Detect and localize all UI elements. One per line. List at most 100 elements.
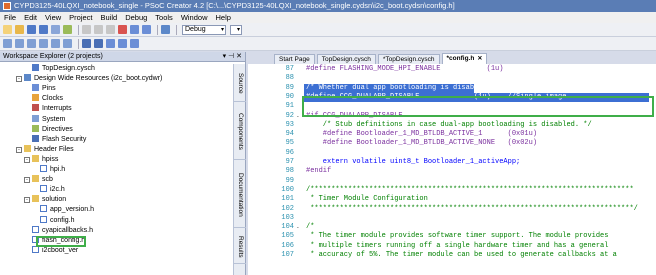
fold-icon[interactable]: - bbox=[296, 223, 302, 232]
tree-item[interactable]: - Header Files bbox=[16, 144, 74, 154]
code-line: 102 ************************************… bbox=[248, 205, 656, 214]
tree-item-label: Flash Security bbox=[42, 135, 87, 143]
line-number: 87 bbox=[285, 65, 294, 73]
menu-debug[interactable]: Debug bbox=[125, 12, 147, 23]
indent-icon[interactable] bbox=[82, 39, 91, 48]
menu-view[interactable]: View bbox=[45, 12, 61, 23]
tab-components[interactable]: Components bbox=[234, 104, 246, 160]
copy-icon[interactable] bbox=[94, 25, 103, 34]
collapse-icon[interactable]: - bbox=[16, 76, 22, 83]
folder-icon bbox=[32, 154, 39, 162]
redo-icon[interactable] bbox=[142, 25, 151, 34]
menu-edit[interactable]: Edit bbox=[24, 12, 37, 23]
tree-item[interactable]: - solution bbox=[24, 195, 66, 204]
tree-item-label: Directives bbox=[42, 125, 73, 133]
collapse-icon[interactable]: - bbox=[16, 146, 22, 153]
tree-item[interactable]: i2cboot_ver bbox=[32, 245, 79, 255]
tree-item[interactable]: Pins bbox=[32, 84, 56, 93]
code-line: 95 #define Bootloader_1_MD_BTLDB_ACTIVE_… bbox=[248, 139, 656, 148]
uncomment-icon[interactable] bbox=[118, 39, 127, 48]
dualapp-define-highlight bbox=[302, 96, 654, 117]
menu-help[interactable]: Help bbox=[216, 12, 231, 23]
tree-item[interactable]: config.h bbox=[40, 215, 75, 225]
tree-item[interactable]: TopDesign.cysch bbox=[32, 64, 95, 73]
menu-tools[interactable]: Tools bbox=[155, 12, 173, 23]
tab-documentation[interactable]: Documentation bbox=[234, 162, 246, 228]
header-file-icon bbox=[32, 225, 39, 233]
build-config-select[interactable]: Debug ▾ bbox=[182, 24, 226, 35]
menu-build[interactable]: Build bbox=[101, 12, 118, 23]
line-number: 97 bbox=[285, 158, 294, 166]
tab-results[interactable]: Results bbox=[234, 230, 246, 264]
line-number: 107 bbox=[281, 251, 294, 259]
tree-item[interactable]: - hpiss bbox=[24, 154, 58, 164]
program-icon[interactable] bbox=[161, 25, 170, 34]
menu-file[interactable]: File bbox=[4, 12, 16, 23]
pins-icon bbox=[32, 84, 39, 92]
open-folder-icon[interactable] bbox=[15, 25, 24, 34]
line-number: 91 bbox=[285, 102, 294, 111]
line-number: 95 bbox=[285, 139, 294, 148]
folder-icon bbox=[32, 175, 39, 183]
print-icon[interactable] bbox=[51, 25, 60, 34]
paste-icon[interactable] bbox=[106, 25, 115, 34]
tree-item[interactable]: - Design Wide Resources (i2c_boot.cydwr) bbox=[16, 74, 162, 83]
line-number: 94 bbox=[285, 130, 294, 139]
tree-item[interactable]: Clocks bbox=[32, 94, 63, 103]
close-icon[interactable]: ✕ bbox=[477, 56, 482, 62]
pin-close-icons[interactable]: ▾ ⊣ ✕ bbox=[223, 52, 242, 62]
code-text: /* bbox=[306, 223, 315, 232]
explorer-side-tabs: Source Components Documentation Results bbox=[233, 64, 246, 275]
tree-item-label: i2cboot_ver bbox=[42, 246, 79, 254]
tab-start-page[interactable]: Start Page bbox=[274, 54, 315, 64]
comment-icon[interactable] bbox=[106, 39, 115, 48]
code-text: #define Bootloader_1_MD_BTLDB_ACTIVE_NON… bbox=[306, 139, 538, 148]
cut-icon[interactable] bbox=[82, 25, 91, 34]
tree-item[interactable]: System bbox=[32, 114, 66, 124]
tree-item[interactable]: Flash Security bbox=[32, 134, 87, 144]
editor-tabs: Start Page TopDesign.cysch *TopDesign.cy… bbox=[248, 52, 656, 64]
undo-icon[interactable] bbox=[130, 25, 139, 34]
bookmark-icon[interactable] bbox=[130, 39, 139, 48]
menu-window[interactable]: Window bbox=[181, 12, 208, 23]
tab-source[interactable]: Source bbox=[234, 66, 246, 102]
save-icon[interactable] bbox=[27, 25, 36, 34]
collapse-icon[interactable]: - bbox=[24, 197, 30, 204]
tree-item-label: System bbox=[42, 115, 66, 123]
save-all-icon[interactable] bbox=[39, 25, 48, 34]
code-line: 89 /* Whether dual app bootloading is dis… bbox=[248, 83, 656, 93]
tree-item[interactable]: i2c.h bbox=[40, 185, 65, 194]
wire-icon[interactable] bbox=[39, 39, 48, 48]
text-icon[interactable] bbox=[51, 39, 60, 48]
tree-item[interactable]: cyapicallbacks.h bbox=[32, 225, 93, 235]
tree-item[interactable]: Interrupts bbox=[32, 104, 72, 113]
secondary-toolbar bbox=[0, 37, 656, 51]
tree-item[interactable]: Directives bbox=[32, 124, 73, 134]
configuration-dropdown[interactable]: ▾ bbox=[230, 24, 242, 35]
new-file-icon[interactable] bbox=[3, 25, 12, 34]
tree-item[interactable]: app_version.h bbox=[40, 205, 94, 214]
tree-item-label: i2c.h bbox=[50, 186, 65, 194]
tab-config-h[interactable]: *config.h ✕ bbox=[441, 53, 488, 64]
tab-label: *config.h bbox=[446, 55, 475, 62]
tree-item-label: TopDesign.cysch bbox=[42, 65, 95, 72]
line-number: 101 bbox=[281, 195, 294, 204]
collapse-icon[interactable]: - bbox=[24, 156, 30, 163]
resources-icon bbox=[24, 74, 31, 82]
tree-item[interactable]: hpi.h bbox=[40, 165, 65, 174]
tab-topdesign-modified[interactable]: *TopDesign.cysch bbox=[377, 54, 440, 64]
zoom-icon[interactable] bbox=[27, 39, 36, 48]
select-icon[interactable] bbox=[3, 39, 12, 48]
tree-item[interactable]: - scb bbox=[24, 175, 53, 184]
outdent-icon[interactable] bbox=[94, 39, 103, 48]
collapse-icon[interactable]: - bbox=[24, 177, 30, 184]
build-icon[interactable] bbox=[63, 25, 72, 34]
flash-security-icon bbox=[32, 134, 39, 142]
tree-item-label: app_version.h bbox=[50, 206, 94, 214]
delete-icon[interactable] bbox=[118, 25, 127, 34]
code-line: 101 * Timer Module Configuration bbox=[248, 195, 656, 204]
find-icon[interactable] bbox=[63, 39, 72, 48]
menu-project[interactable]: Project bbox=[69, 12, 92, 23]
pan-icon[interactable] bbox=[15, 39, 24, 48]
tab-topdesign[interactable]: TopDesign.cysch bbox=[316, 54, 376, 64]
